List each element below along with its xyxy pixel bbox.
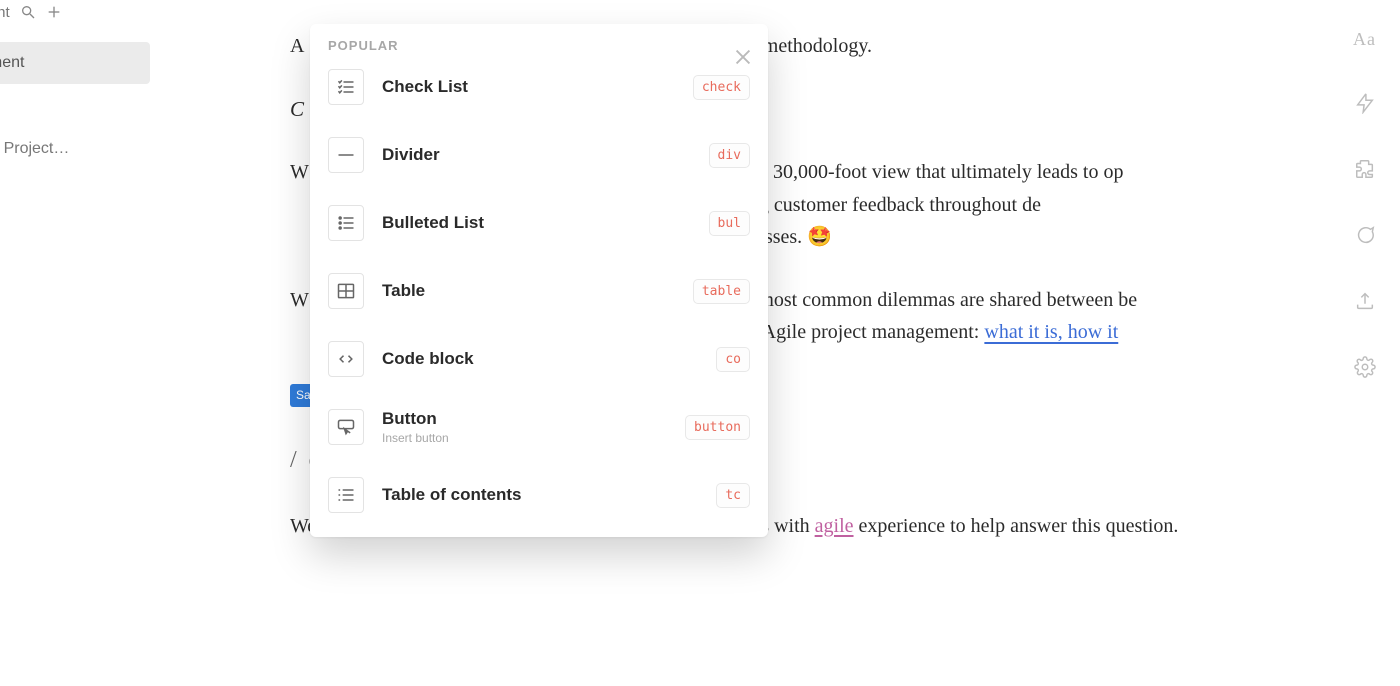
popup-item-subtitle: Insert button xyxy=(382,431,667,445)
code-icon xyxy=(328,341,364,377)
link-what-it-is[interactable]: what it is, how it xyxy=(984,321,1118,343)
popup-item-title: Code block xyxy=(382,349,698,369)
divider-icon xyxy=(328,137,364,173)
popup-item-button[interactable]: Button Insert button button xyxy=(328,393,750,461)
popup-item-shortcut: co xyxy=(716,347,750,372)
button-icon xyxy=(328,409,364,445)
popup-item-divider[interactable]: Divider div xyxy=(328,121,750,189)
checklist-icon xyxy=(328,69,364,105)
toc-icon xyxy=(328,477,364,513)
popup-item-bulleted-list[interactable]: Bulleted List bul xyxy=(328,189,750,257)
popup-item-title: Check List xyxy=(382,77,675,97)
popup-item-code-block[interactable]: Code block co xyxy=(328,325,750,393)
lightning-icon[interactable] xyxy=(1354,92,1376,114)
bulleted-icon xyxy=(328,205,364,241)
close-icon[interactable] xyxy=(732,46,754,68)
bottom-fade xyxy=(0,596,1400,686)
app-root: ement ement Teams Project… Aa A ent meth… xyxy=(0,0,1400,686)
sidebar-item-teams[interactable]: Teams Project… xyxy=(0,140,150,158)
sidebar: ement ement Teams Project… xyxy=(0,0,150,686)
popup-item-table[interactable]: Table table xyxy=(328,257,750,325)
slash-command-popup: POPULAR Check List check Divider div Bullete… xyxy=(310,24,768,537)
popup-item-title: Bulleted List xyxy=(382,213,691,233)
search-icon[interactable] xyxy=(20,4,36,20)
spellcheck-word[interactable]: agile xyxy=(815,515,854,537)
sidebar-item-selected[interactable]: ement xyxy=(0,42,150,84)
popup-list: Check List check Divider div Bulleted List bu… xyxy=(328,53,750,529)
settings-icon[interactable] xyxy=(1354,356,1376,378)
sidebar-header: ement xyxy=(0,0,150,24)
popup-item-title: Table xyxy=(382,281,675,301)
sidebar-item-label: Teams Project… xyxy=(0,140,69,157)
plus-icon[interactable] xyxy=(46,4,62,20)
action-rail: Aa xyxy=(1353,30,1376,378)
typography-button[interactable]: Aa xyxy=(1353,30,1376,48)
sidebar-item-label: ement xyxy=(0,54,24,71)
popup-item-table-of-contents[interactable]: Table of contents tc xyxy=(328,461,750,529)
popup-item-shortcut: button xyxy=(685,415,750,440)
popup-item-title: Table of contents xyxy=(382,485,698,505)
popup-item-title: Button xyxy=(382,409,667,429)
popup-heading: POPULAR xyxy=(328,38,750,53)
popup-item-shortcut: table xyxy=(693,279,750,304)
popup-item-shortcut: div xyxy=(709,143,750,168)
popup-item-title: Divider xyxy=(382,145,691,165)
extension-icon[interactable] xyxy=(1354,158,1376,180)
sidebar-title: ement xyxy=(0,4,10,21)
comment-icon[interactable] xyxy=(1354,224,1376,246)
popup-item-shortcut: bul xyxy=(709,211,750,236)
popup-item-check-list[interactable]: Check List check xyxy=(328,53,750,121)
popup-item-shortcut: tc xyxy=(716,483,750,508)
table-icon xyxy=(328,273,364,309)
share-icon[interactable] xyxy=(1354,290,1376,312)
popup-item-shortcut: check xyxy=(693,75,750,100)
